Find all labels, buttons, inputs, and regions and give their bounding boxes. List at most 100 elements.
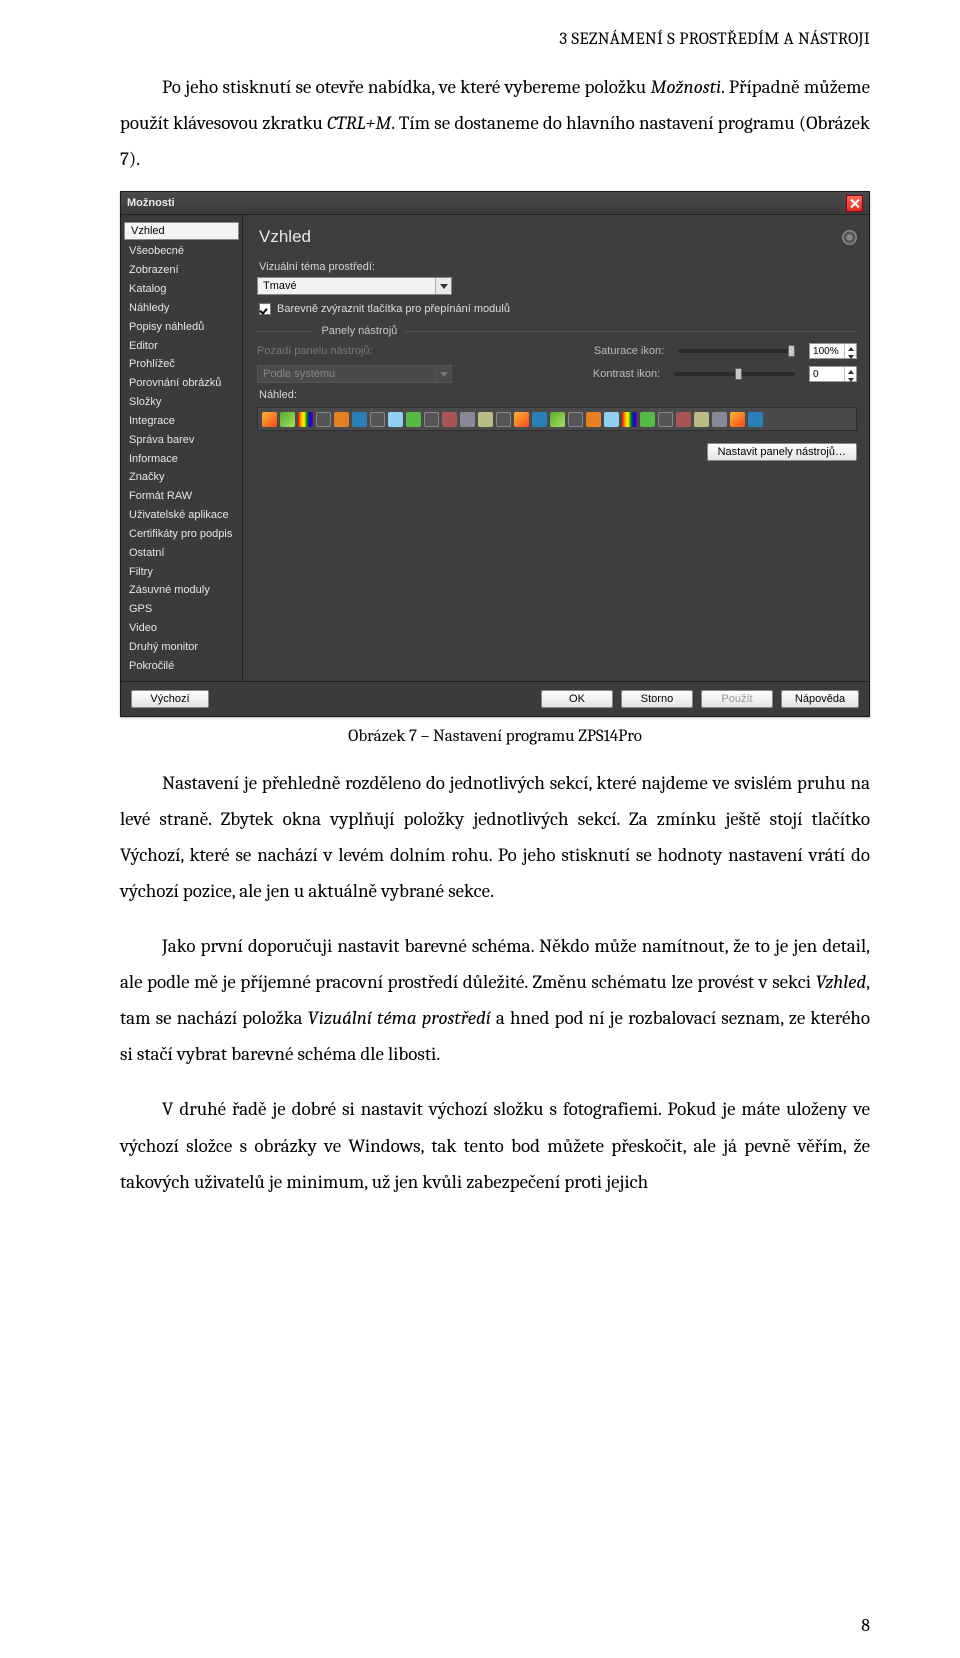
sidebar-item[interactable]: Druhý monitor [121,638,242,657]
toolbar-icon [676,412,691,427]
toolbar-icon [568,412,583,427]
sidebar-item[interactable]: Editor [121,337,242,356]
apply-button[interactable]: Použít [701,690,773,708]
default-button[interactable]: Výchozí [131,690,209,708]
saturation-value: 100% [810,346,844,357]
toolbar-bg-label: Pozadí panelu nástrojů: [257,345,373,357]
sidebar-item[interactable]: Pokročilé [121,657,242,676]
p4: V druhé řadě je dobré si nastavit výchoz… [120,1098,870,1192]
toolbar-icon [316,412,331,427]
sidebar-item[interactable]: Certifikáty pro podpis [121,525,242,544]
sidebar-item[interactable]: Všeobecné [121,242,242,261]
contrast-slider[interactable] [674,372,795,376]
sidebar-item[interactable]: Popisy náhledů [121,318,242,337]
sidebar-item[interactable]: Video [121,619,242,638]
toolbar-icon [586,412,601,427]
sidebar-item[interactable]: Zásuvné moduly [121,581,242,600]
p3a: Jako první doporučuji nastavit barevné s… [120,935,870,993]
running-header: 3 SEZNÁMENÍ S PROSTŘEDÍM A NÁSTROJI [120,30,870,49]
toolbar-icon [514,412,529,427]
toolbar-bg-value: Podle systému [258,368,435,380]
sidebar-item[interactable]: Zobrazení [121,261,242,280]
contrast-value: 0 [810,369,844,380]
dialog-title: Možnosti [127,197,846,209]
paragraph-2: Nastavení je přehledně rozděleno do jedn… [120,765,870,909]
toolbar-icon [496,412,511,427]
p2: Nastavení je přehledně rozděleno do jedn… [120,772,870,902]
chevron-down-icon [435,366,451,382]
p3i1: Vzhled [816,971,867,993]
dialog-footer: Výchozí OK Storno Použít Nápověda [121,681,869,716]
saturation-spin[interactable]: 100% [809,343,857,359]
options-main-panel: Vzhled Vizuální téma prostředí: Tmavé Ba… [243,215,869,680]
chevron-down-icon[interactable] [435,278,451,294]
set-toolbars-button[interactable]: Nastavit panely nástrojů… [707,443,857,461]
p1i1: Možnosti [650,76,721,98]
dialog-titlebar: Možnosti [121,192,869,215]
toolbar-icon [640,412,655,427]
toolbar-icon [460,412,475,427]
sidebar-item[interactable]: Správa barev [121,431,242,450]
sidebar-item[interactable]: Uživatelské aplikace [121,506,242,525]
theme-value: Tmavé [258,280,435,292]
sidebar-item[interactable]: Náhledy [121,299,242,318]
sidebar-item[interactable]: Formát RAW [121,487,242,506]
paragraph-1: Po jeho stisknutí se otevře nabídka, ve … [120,69,870,177]
toolbar-icon [550,412,565,427]
preview-label: Náhled: [259,389,857,401]
sidebar-item[interactable]: Katalog [121,280,242,299]
panel-heading: Vzhled [259,227,311,247]
sidebar-item[interactable]: Značky [121,468,242,487]
contrast-spin[interactable]: 0 [809,366,857,382]
paragraph-3: Jako první doporučuji nastavit barevné s… [120,928,870,1072]
help-button[interactable]: Nápověda [781,690,859,708]
cancel-button[interactable]: Storno [621,690,693,708]
toolbar-icon [622,412,637,427]
toolbar-icon [712,412,727,427]
highlight-checkbox[interactable] [259,303,271,315]
ok-button[interactable]: OK [541,690,613,708]
highlight-checkbox-label: Barevně zvýraznit tlačítka pro přepínání… [277,303,510,315]
toolbar-preview [257,407,857,431]
toolbar-icon [280,412,295,427]
toolbar-icon [730,412,745,427]
theme-label: Vizuální téma prostředí: [259,261,857,273]
toolbar-icon [694,412,709,427]
section-toolbars-label: Panely nástrojů [321,325,397,337]
close-icon[interactable] [846,195,863,212]
figure-caption: Obrázek 7 – Nastavení programu ZPS14Pro [120,727,870,746]
toolbar-icon [442,412,457,427]
paragraph-4: V druhé řadě je dobré si nastavit výchoz… [120,1091,870,1199]
toolbar-icon [370,412,385,427]
toolbar-icon [532,412,547,427]
sidebar-item[interactable]: Integrace [121,412,242,431]
sidebar-item[interactable]: Prohlížeč [121,355,242,374]
contrast-label: Kontrast ikon: [593,368,660,380]
sidebar-item[interactable]: Složky [121,393,242,412]
toolbar-icon [748,412,763,427]
sidebar: Vzhled Všeobecné Zobrazení Katalog Náhle… [121,215,243,680]
page-number: 8 [861,1615,870,1636]
options-dialog: Možnosti Vzhled Všeobecné Zobrazení Kata… [120,191,870,716]
section-separator: Panely nástrojů [257,325,857,337]
toolbar-icon [406,412,421,427]
sidebar-item[interactable]: Porovnání obrázků [121,374,242,393]
toolbar-bg-combo: Podle systému [257,365,452,383]
sidebar-item-selected[interactable]: Vzhled [124,222,239,240]
toolbar-icon [424,412,439,427]
toolbar-icon [658,412,673,427]
sidebar-item[interactable]: Filtry [121,563,242,582]
theme-combo[interactable]: Tmavé [257,277,452,295]
toolbar-icon [604,412,619,427]
sidebar-item[interactable]: Informace [121,450,242,469]
sidebar-item[interactable]: GPS [121,600,242,619]
toolbar-icon [298,412,313,427]
toolbar-icon [478,412,493,427]
p1a: Po jeho stisknutí se otevře nabídka, ve … [162,76,650,98]
toolbar-icon [352,412,367,427]
toolbar-icon [388,412,403,427]
sidebar-item[interactable]: Ostatní [121,544,242,563]
saturation-slider[interactable] [678,349,795,353]
saturation-label: Saturace ikon: [594,345,664,357]
gear-icon[interactable] [842,230,857,245]
